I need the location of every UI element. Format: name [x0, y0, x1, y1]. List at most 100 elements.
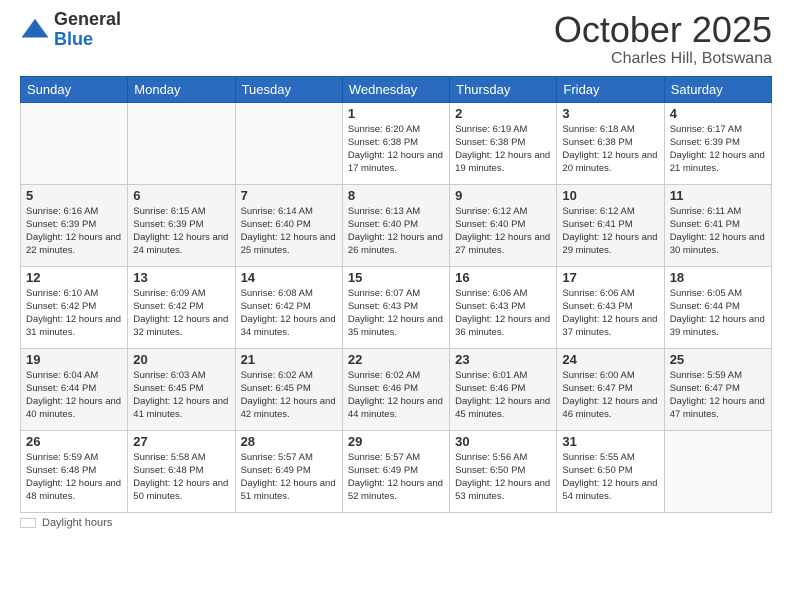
day-number: 6	[133, 188, 229, 203]
day-info: Sunrise: 6:14 AM Sunset: 6:40 PM Dayligh…	[241, 205, 337, 258]
calendar-day-3: 3 Sunrise: 6:18 AM Sunset: 6:38 PM Daylig…	[557, 102, 664, 184]
day-info: Sunrise: 6:02 AM Sunset: 6:46 PM Dayligh…	[348, 369, 444, 422]
weekday-header-sunday: Sunday	[21, 76, 128, 102]
title-block: October 2025 Charles Hill, Botswana	[554, 10, 772, 68]
calendar-day-9: 9 Sunrise: 6:12 AM Sunset: 6:40 PM Daylig…	[450, 184, 557, 266]
day-number: 18	[670, 270, 766, 285]
calendar-day-1: 1 Sunrise: 6:20 AM Sunset: 6:38 PM Daylig…	[342, 102, 449, 184]
calendar-day-13: 13Sunrise: 6:09 AM Sunset: 6:42 PM Dayli…	[128, 266, 235, 348]
empty-cell	[21, 102, 128, 184]
day-info: Sunrise: 6:09 AM Sunset: 6:42 PM Dayligh…	[133, 287, 229, 340]
calendar-day-14: 14 Sunrise: 6:08 AM Sunset: 6:42 PM Dayli…	[235, 266, 342, 348]
logo-blue: Blue	[54, 30, 121, 50]
calendar-week-row: 19Sunrise: 6:04 AM Sunset: 6:44 PM Dayli…	[21, 348, 772, 430]
weekday-header-wednesday: Wednesday	[342, 76, 449, 102]
day-info: Sunrise: 6:05 AM Sunset: 6:44 PM Dayligh…	[670, 287, 766, 340]
calendar-week-row: 12 Sunrise: 6:10 AM Sunset: 6:42 PM Dayli…	[21, 266, 772, 348]
legend: Daylight hours	[20, 517, 772, 529]
day-info: Sunrise: 6:12 AM Sunset: 6:40 PM Dayligh…	[455, 205, 551, 258]
day-number: 17	[562, 270, 658, 285]
weekday-header-monday: Monday	[128, 76, 235, 102]
day-info: Sunrise: 6:02 AM Sunset: 6:45 PM Dayligh…	[241, 369, 337, 422]
calendar-day-30: 30Sunrise: 5:56 AM Sunset: 6:50 PM Dayli…	[450, 430, 557, 512]
day-info: Sunrise: 5:59 AM Sunset: 6:47 PM Dayligh…	[670, 369, 766, 422]
empty-cell	[235, 102, 342, 184]
day-info: Sunrise: 6:13 AM Sunset: 6:40 PM Dayligh…	[348, 205, 444, 258]
day-info: Sunrise: 6:20 AM Sunset: 6:38 PM Dayligh…	[348, 123, 444, 176]
logo-icon	[20, 15, 50, 45]
day-number: 31	[562, 434, 658, 449]
calendar-day-24: 24Sunrise: 6:00 AM Sunset: 6:47 PM Dayli…	[557, 348, 664, 430]
day-number: 3	[562, 106, 658, 121]
day-number: 20	[133, 352, 229, 367]
day-info: Sunrise: 5:55 AM Sunset: 6:50 PM Dayligh…	[562, 451, 658, 504]
day-number: 21	[241, 352, 337, 367]
day-info: Sunrise: 6:01 AM Sunset: 6:46 PM Dayligh…	[455, 369, 551, 422]
logo-text: General Blue	[54, 10, 121, 50]
calendar-week-row: 26 Sunrise: 5:59 AM Sunset: 6:48 PM Dayli…	[21, 430, 772, 512]
page: General Blue October 2025 Charles Hill, …	[0, 0, 792, 612]
weekday-header-saturday: Saturday	[664, 76, 771, 102]
calendar-day-21: 21 Sunrise: 6:02 AM Sunset: 6:45 PM Dayli…	[235, 348, 342, 430]
day-info: Sunrise: 5:57 AM Sunset: 6:49 PM Dayligh…	[348, 451, 444, 504]
day-info: Sunrise: 5:57 AM Sunset: 6:49 PM Dayligh…	[241, 451, 337, 504]
calendar-day-11: 11 Sunrise: 6:11 AM Sunset: 6:41 PM Dayli…	[664, 184, 771, 266]
day-info: Sunrise: 6:11 AM Sunset: 6:41 PM Dayligh…	[670, 205, 766, 258]
day-info: Sunrise: 5:58 AM Sunset: 6:48 PM Dayligh…	[133, 451, 229, 504]
day-info: Sunrise: 6:06 AM Sunset: 6:43 PM Dayligh…	[562, 287, 658, 340]
day-number: 22	[348, 352, 444, 367]
calendar-day-23: 23 Sunrise: 6:01 AM Sunset: 6:46 PM Dayli…	[450, 348, 557, 430]
day-number: 9	[455, 188, 551, 203]
day-number: 12	[26, 270, 122, 285]
day-number: 26	[26, 434, 122, 449]
empty-cell	[664, 430, 771, 512]
weekday-header-friday: Friday	[557, 76, 664, 102]
day-number: 10	[562, 188, 658, 203]
calendar-day-29: 29 Sunrise: 5:57 AM Sunset: 6:49 PM Dayli…	[342, 430, 449, 512]
month-title: October 2025	[554, 10, 772, 50]
day-number: 14	[241, 270, 337, 285]
day-number: 27	[133, 434, 229, 449]
day-number: 1	[348, 106, 444, 121]
day-info: Sunrise: 6:08 AM Sunset: 6:42 PM Dayligh…	[241, 287, 337, 340]
calendar-day-7: 7 Sunrise: 6:14 AM Sunset: 6:40 PM Daylig…	[235, 184, 342, 266]
header: General Blue October 2025 Charles Hill, …	[20, 10, 772, 68]
empty-cell	[128, 102, 235, 184]
calendar-day-27: 27 Sunrise: 5:58 AM Sunset: 6:48 PM Dayli…	[128, 430, 235, 512]
location-subtitle: Charles Hill, Botswana	[554, 50, 772, 68]
weekday-header-tuesday: Tuesday	[235, 76, 342, 102]
calendar-day-2: 2Sunrise: 6:19 AM Sunset: 6:38 PM Daylig…	[450, 102, 557, 184]
weekday-header-row: SundayMondayTuesdayWednesdayThursdayFrid…	[21, 76, 772, 102]
calendar-day-12: 12 Sunrise: 6:10 AM Sunset: 6:42 PM Dayli…	[21, 266, 128, 348]
calendar-day-15: 15 Sunrise: 6:07 AM Sunset: 6:43 PM Dayli…	[342, 266, 449, 348]
day-number: 23	[455, 352, 551, 367]
day-info: Sunrise: 5:59 AM Sunset: 6:48 PM Dayligh…	[26, 451, 122, 504]
day-number: 28	[241, 434, 337, 449]
calendar-week-row: 1 Sunrise: 6:20 AM Sunset: 6:38 PM Daylig…	[21, 102, 772, 184]
day-number: 7	[241, 188, 337, 203]
calendar-day-8: 8Sunrise: 6:13 AM Sunset: 6:40 PM Daylig…	[342, 184, 449, 266]
day-number: 25	[670, 352, 766, 367]
legend-box	[20, 518, 36, 528]
day-number: 4	[670, 106, 766, 121]
day-info: Sunrise: 6:07 AM Sunset: 6:43 PM Dayligh…	[348, 287, 444, 340]
day-info: Sunrise: 6:04 AM Sunset: 6:44 PM Dayligh…	[26, 369, 122, 422]
day-number: 30	[455, 434, 551, 449]
calendar-day-31: 31 Sunrise: 5:55 AM Sunset: 6:50 PM Dayli…	[557, 430, 664, 512]
calendar-day-4: 4 Sunrise: 6:17 AM Sunset: 6:39 PM Daylig…	[664, 102, 771, 184]
day-number: 11	[670, 188, 766, 203]
day-number: 2	[455, 106, 551, 121]
day-number: 29	[348, 434, 444, 449]
day-info: Sunrise: 6:16 AM Sunset: 6:39 PM Dayligh…	[26, 205, 122, 258]
day-info: Sunrise: 6:18 AM Sunset: 6:38 PM Dayligh…	[562, 123, 658, 176]
logo-general: General	[54, 10, 121, 30]
day-info: Sunrise: 6:17 AM Sunset: 6:39 PM Dayligh…	[670, 123, 766, 176]
weekday-header-thursday: Thursday	[450, 76, 557, 102]
calendar-day-18: 18 Sunrise: 6:05 AM Sunset: 6:44 PM Dayli…	[664, 266, 771, 348]
day-number: 5	[26, 188, 122, 203]
day-number: 15	[348, 270, 444, 285]
day-number: 16	[455, 270, 551, 285]
day-info: Sunrise: 6:10 AM Sunset: 6:42 PM Dayligh…	[26, 287, 122, 340]
calendar-day-26: 26 Sunrise: 5:59 AM Sunset: 6:48 PM Dayli…	[21, 430, 128, 512]
calendar-day-22: 22 Sunrise: 6:02 AM Sunset: 6:46 PM Dayli…	[342, 348, 449, 430]
